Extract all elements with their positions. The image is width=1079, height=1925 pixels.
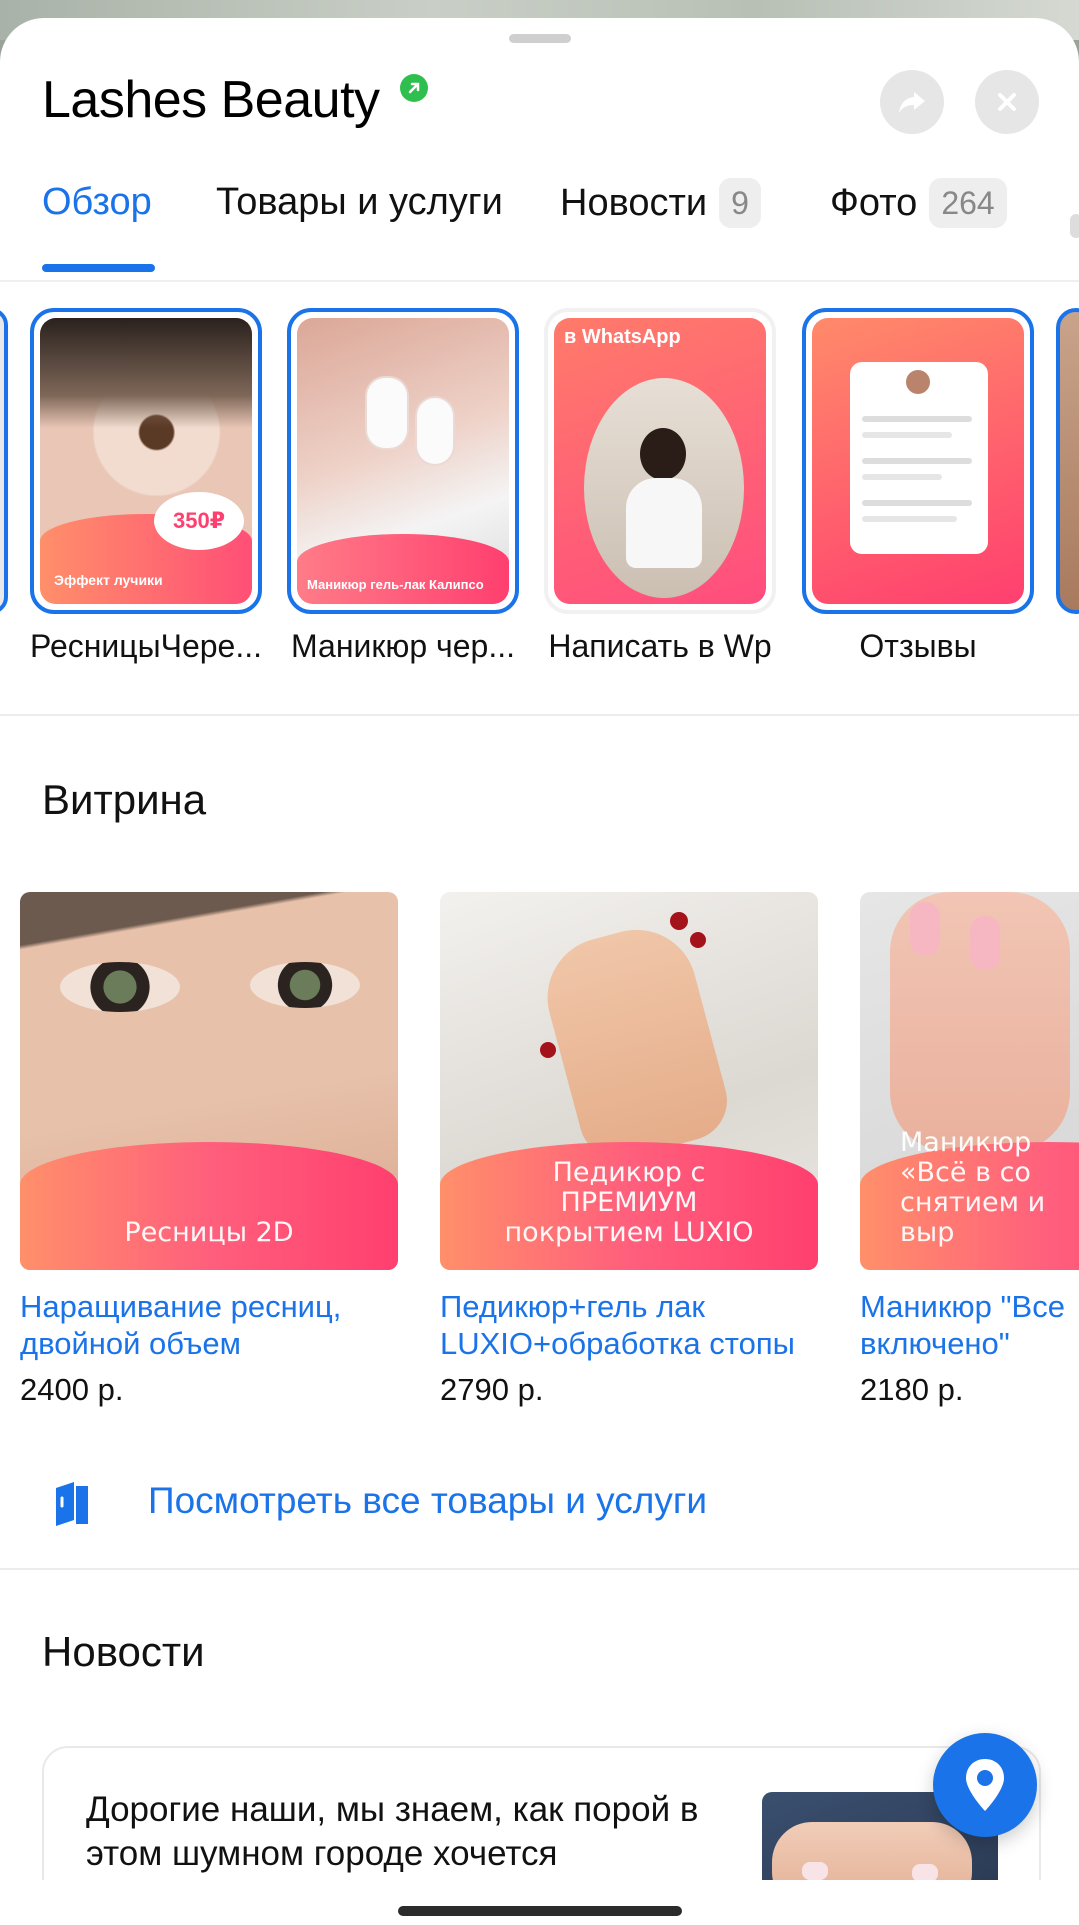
tab-news[interactable]: Новости 9 [560,178,761,278]
location-pin-icon [966,1759,1004,1811]
product-name[interactable]: Педикюр+гель лак LUXIO+обработка стопы [440,1288,818,1362]
product-name[interactable]: Маникюр "Все включено" [860,1288,1079,1362]
story-thumbnail: в WhatsApp [544,308,776,614]
price-badge: 350₽ [154,492,244,550]
story-overlay-text: Эффект лучики [54,572,163,588]
tab-photos[interactable]: Фото 264 [830,178,1007,278]
share-icon [899,92,925,113]
showcase-heading: Витрина [42,776,207,823]
divider [0,714,1079,716]
story-partial-left[interactable] [0,308,8,614]
share-button[interactable] [880,70,944,134]
promo-text: Маникюр «Всё в со снятием и выр [900,1127,1046,1248]
divider [0,280,1079,282]
tab-bar: Обзор Товары и услуги Новости 9 Фото 264 [0,178,1079,278]
place-title: Lashes Beauty [42,71,380,129]
place-card-sheet: Lashes Beauty Обзор Товары и услуги Ново… [0,18,1079,1925]
story-item[interactable]: Маникюр гель-лак Калипсо Маникюр чер... [287,308,519,665]
sheet-grabber[interactable] [509,34,571,43]
view-all-goods-label: Посмотреть все товары и услуги [148,1480,708,1521]
tab-label: Обзор [42,181,152,223]
promo-text: Педикюр с ПРЕМИУМ покрытием LUXIO [504,1157,754,1248]
route-button[interactable] [933,1733,1037,1837]
product-image: Ресницы 2D [20,892,398,1270]
tab-count-badge: 9 [719,178,761,228]
tab-label: Новости [560,182,708,224]
story-partial-right[interactable] [1056,308,1079,614]
product-price: 2790 р. [440,1372,544,1407]
story-item[interactable]: Отзывы [802,308,1034,665]
active-tab-indicator [42,264,155,272]
product-image: Педикюр с ПРЕМИУМ покрытием LUXIO [440,892,818,1270]
tab-overflow [1070,214,1079,238]
bottom-bar [0,1880,1079,1925]
home-indicator[interactable] [398,1906,682,1916]
product-image: Маникюр «Всё в со снятием и выр [860,892,1079,1270]
story-overlay-text: в WhatsApp [564,326,681,348]
tab-label: Товары и услуги [216,181,503,223]
tab-count-badge: 264 [929,178,1007,228]
promo-banner [20,1142,398,1270]
news-text: Дорогие наши, мы знаем, как порой в этом… [86,1790,699,1873]
close-button[interactable] [975,70,1039,134]
story-thumbnail: 350₽ Эффект лучики [30,308,262,614]
tab-label: Фото [830,182,918,224]
story-caption: РесницыЧере... [30,628,262,664]
tab-overview[interactable]: Обзор [42,178,152,278]
story-overlay-text: Маникюр гель-лак Калипсо [307,577,484,592]
story-thumbnail [802,308,1034,614]
verified-icon [400,74,428,102]
product-card[interactable]: Педикюр с ПРЕМИУМ покрытием LUXIO Педикю… [440,892,818,1408]
product-price: 2400 р. [20,1372,124,1407]
story-caption: Написать в Wp [548,628,772,664]
story-item[interactable]: 350₽ Эффект лучики РесницыЧере... [30,308,262,665]
promo-text: Ресницы 2D [124,1217,294,1248]
story-image [850,362,988,554]
product-card[interactable]: Маникюр «Всё в со снятием и выр Маникюр … [860,892,1079,1408]
stories-carousel[interactable]: 350₽ Эффект лучики РесницыЧере... Маникю… [0,288,1079,678]
product-card[interactable]: Ресницы 2D Наращивание ресниц, двойной о… [20,892,398,1408]
close-icon [998,93,1016,111]
story-image [367,378,407,448]
story-image [40,318,252,428]
catalog-book-icon [56,1482,88,1526]
story-caption: Маникюр чер... [291,628,515,664]
story-caption: Отзывы [859,628,977,664]
story-thumbnail: Маникюр гель-лак Калипсо [287,308,519,614]
tab-goods-services[interactable]: Товары и услуги [216,178,503,278]
story-image [584,378,744,598]
product-name[interactable]: Наращивание ресниц, двойной объем [20,1288,398,1362]
news-heading: Новости [42,1628,205,1675]
product-price: 2180 р. [860,1372,964,1407]
divider [0,1568,1079,1570]
story-item[interactable]: в WhatsApp Написать в Wp [544,308,776,665]
